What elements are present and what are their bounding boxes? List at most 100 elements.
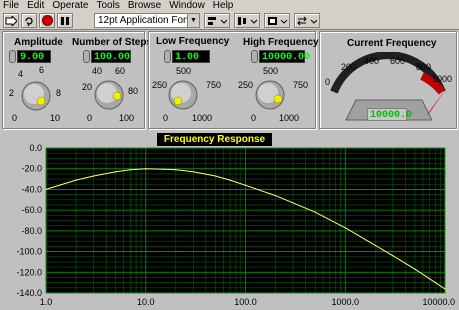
amplitude-field[interactable]: 9.00 — [17, 50, 51, 63]
high-frequency-spinner[interactable] — [251, 50, 258, 63]
run-button[interactable] — [3, 13, 19, 28]
high-frequency-knob[interactable] — [254, 79, 286, 111]
high-frequency-scale-250: 250 — [238, 80, 254, 90]
steps-scale-60: 60 — [115, 66, 126, 76]
amplitude-scale-8: 8 — [56, 88, 62, 98]
low-frequency-scale-750: 750 — [206, 80, 222, 90]
x-tick-label: 1000.0 — [331, 297, 359, 307]
data-point — [444, 288, 446, 290]
x-tick-label: 1.0 — [40, 297, 53, 307]
reorder-button[interactable] — [294, 13, 320, 28]
gauge-scale-600: 600 — [390, 56, 406, 66]
y-tick-label: 0.0 — [29, 143, 42, 153]
data-point — [374, 244, 376, 246]
gauge-scale-800: 800 — [416, 62, 432, 72]
x-tick-label: 10000.0 — [422, 297, 455, 307]
low-frequency-knob[interactable] — [167, 79, 199, 111]
distribute-objects-button[interactable] — [234, 13, 260, 28]
menu-help[interactable]: Help — [209, 0, 238, 11]
gauge-scale-1000: 1000 — [432, 74, 453, 84]
amplitude-scale-4: 4 — [18, 69, 24, 79]
toolbar: 12pt Application Font ▼ — [0, 11, 459, 30]
pause-button[interactable] — [57, 13, 73, 28]
amplitude-spinner[interactable] — [9, 50, 16, 63]
gauge-scale-0: 0 — [325, 77, 331, 87]
x-tick-label: 100.0 — [234, 297, 257, 307]
menu-browse[interactable]: Browse — [124, 0, 165, 11]
data-point — [75, 179, 77, 181]
current-frequency-label: Current Frequency — [347, 38, 437, 49]
steps-scale-80: 80 — [128, 86, 139, 96]
data-point — [274, 195, 277, 197]
low-frequency-scale-500: 500 — [176, 66, 192, 76]
menu-bar: File Edit Operate Tools Browse Window He… — [0, 0, 459, 11]
font-select[interactable]: 12pt Application Font ▼ — [94, 13, 200, 28]
amplitude-scale-2: 2 — [9, 88, 15, 98]
menu-file[interactable]: File — [0, 0, 23, 11]
gauge-scale-400: 400 — [364, 56, 380, 66]
high-frequency-scale-750: 750 — [293, 80, 309, 90]
run-continuously-button[interactable] — [21, 13, 37, 28]
low-frequency-spinner[interactable] — [164, 50, 171, 63]
data-point — [214, 175, 217, 177]
amplitude-label: Amplitude — [14, 37, 63, 48]
y-tick-label: -80.0 — [21, 226, 42, 236]
frequency-response-plot: 0.0 -20.0 -40.0 -60.0 -80.0 -100.0 -120.0 -140.… — [0, 130, 459, 310]
menu-window[interactable]: Window — [165, 0, 209, 11]
low-frequency-scale-1000: 1000 — [192, 113, 213, 123]
menu-tools[interactable]: Tools — [93, 0, 124, 11]
data-point — [115, 171, 117, 173]
current-frequency-readout: 10000.0 — [367, 108, 412, 121]
steps-scale-20: 20 — [82, 82, 93, 92]
steps-field[interactable]: 100.00 — [91, 50, 131, 63]
amplitude-knob[interactable] — [20, 80, 52, 112]
data-point — [292, 202, 294, 204]
gauge-scale-200: 200 — [341, 62, 357, 72]
low-frequency-scale-250: 250 — [152, 80, 168, 90]
align-objects-icon — [208, 16, 227, 25]
steps-scale-0: 0 — [87, 113, 93, 123]
data-point — [392, 255, 394, 257]
reorder-icon — [297, 16, 317, 25]
run-continuously-icon — [25, 16, 33, 26]
y-tick-label: -20.0 — [21, 164, 42, 174]
high-frequency-scale-500: 500 — [263, 66, 279, 76]
steps-label: Number of Steps — [72, 37, 153, 48]
steps-scale-100: 100 — [119, 113, 135, 123]
data-point — [162, 168, 164, 170]
amplitude-scale-0: 0 — [12, 113, 18, 123]
data-point — [92, 175, 95, 177]
align-objects-button[interactable] — [204, 13, 230, 28]
data-point — [229, 179, 231, 181]
chevron-down-icon: ▼ — [187, 14, 199, 27]
abort-button[interactable] — [39, 13, 55, 28]
data-point — [344, 227, 346, 229]
graph-title: Frequency Response — [157, 133, 272, 146]
high-frequency-scale-1000: 1000 — [279, 113, 300, 123]
x-tick-label: 10.0 — [137, 297, 155, 307]
data-point — [45, 188, 47, 191]
amplitude-scale-6: 6 — [39, 65, 45, 75]
high-frequency-scale-0: 0 — [251, 113, 257, 123]
resize-objects-icon — [268, 16, 287, 25]
run-arrow-icon — [5, 15, 17, 26]
steps-scale-40: 40 — [92, 66, 103, 76]
low-frequency-scale-0: 0 — [163, 113, 169, 123]
data-point — [175, 169, 177, 171]
low-frequency-field[interactable]: 1.00 — [172, 50, 210, 63]
y-tick-label: -140.0 — [16, 288, 42, 298]
resize-objects-button[interactable] — [264, 13, 290, 28]
font-select-value: 12pt Application Font — [98, 15, 192, 26]
data-point — [129, 169, 131, 171]
menu-operate[interactable]: Operate — [48, 0, 92, 11]
data-point — [414, 268, 416, 270]
stop-icon — [41, 15, 53, 26]
low-frequency-label: Low Frequency — [156, 36, 230, 47]
steps-knob[interactable] — [93, 79, 125, 111]
pause-icon — [61, 16, 69, 25]
high-frequency-field[interactable]: 10000.00 — [259, 50, 310, 63]
amplitude-scale-10: 10 — [50, 113, 61, 123]
menu-edit[interactable]: Edit — [23, 0, 48, 11]
steps-spinner[interactable] — [83, 50, 90, 63]
y-tick-label: -40.0 — [21, 184, 42, 194]
